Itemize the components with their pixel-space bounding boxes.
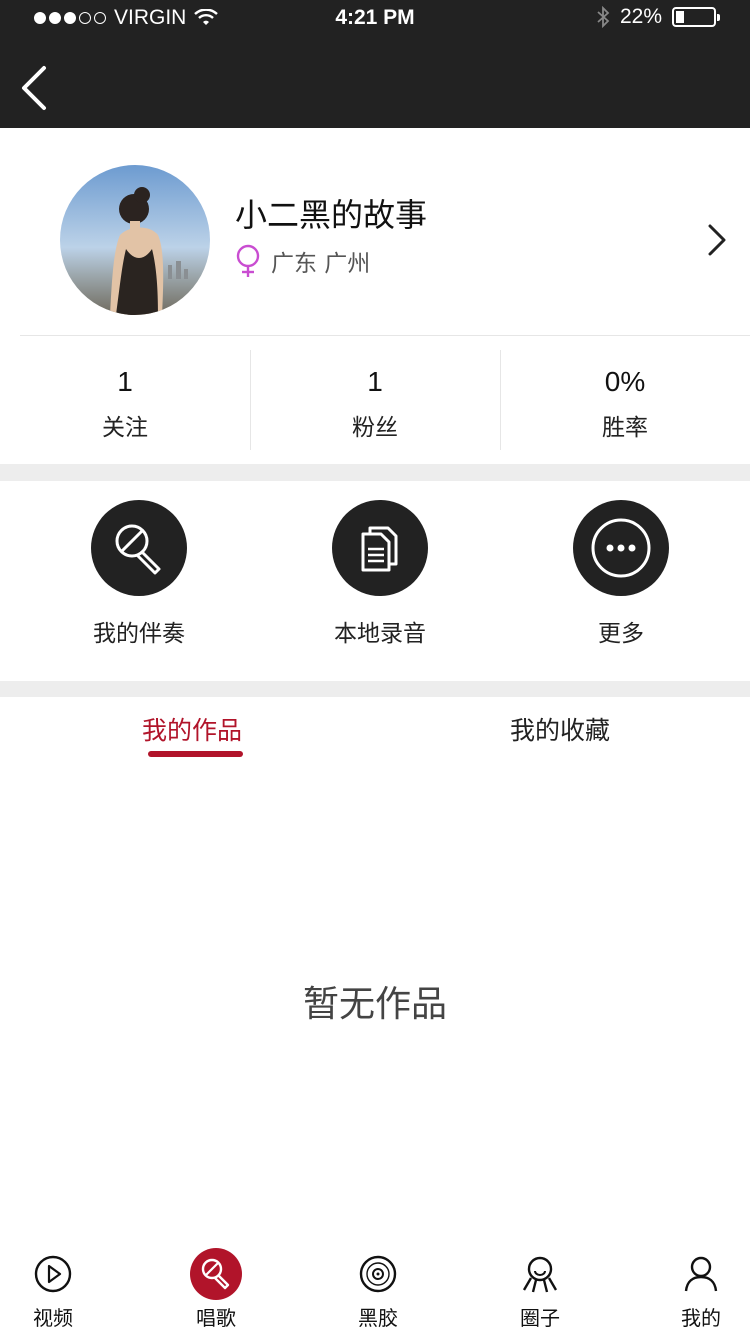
chevron-right-icon[interactable] [706,222,728,258]
section-divider [0,681,750,697]
stat-value: 1 [367,366,383,397]
female-gender-icon [236,244,260,277]
stat-win-rate[interactable]: 0% 胜率 [500,336,750,464]
battery-icon [672,7,720,27]
location-row: 广东 广州 [233,244,370,278]
my-accompaniment-button[interactable]: 我的伴奏 [59,500,219,648]
tab-my-favorites[interactable]: 我的收藏 [510,711,610,747]
active-tab-indicator [148,751,243,757]
stat-fans[interactable]: 1 粉丝 [250,336,500,464]
tabbar-label: 视频 [33,1306,73,1330]
microphone-icon [190,1248,242,1300]
battery-level [676,11,684,23]
stat-label: 胜率 [602,415,648,441]
tabbar-item-video[interactable]: 视频 [3,1248,103,1331]
tabbar-item-vinyl[interactable]: 黑胶 [328,1248,428,1331]
avatar[interactable] [60,165,210,315]
tabbar-item-community[interactable]: 圈子 [490,1248,590,1331]
vinyl-icon [352,1248,404,1300]
play-icon [27,1248,79,1300]
tabbar-label: 我的 [681,1306,721,1330]
tabbar-item-sing[interactable]: 唱歌 [166,1248,266,1331]
top-bar: VIRGIN 4:21 PM 22% [0,0,750,128]
tabbar-label: 唱歌 [196,1306,236,1330]
battery-percent: 22% [619,5,662,28]
tab-my-works[interactable]: 我的作品 [142,711,242,747]
status-right: 22% [596,5,720,29]
empty-state-text: 暂无作品 [302,984,447,1025]
back-button[interactable] [14,62,54,114]
section-divider [0,464,750,481]
bluetooth-icon [597,6,610,28]
tabbar-label: 黑胶 [358,1306,398,1330]
nickname: 小二黑的故事 [235,196,428,234]
avatar-photo [60,165,210,315]
bottom-tab-bar: 视频 唱歌 黑胶 圈子 我的 [0,1240,750,1334]
status-bar: VIRGIN 4:21 PM 22% [0,0,750,40]
action-label: 我的伴奏 [93,621,185,647]
more-button[interactable]: 更多 [541,500,701,648]
action-label: 更多 [598,621,644,647]
microphone-icon [91,500,187,596]
quick-actions: 我的伴奏 本地录音 更多 [0,481,750,681]
stat-following[interactable]: 1 关注 [0,336,250,464]
stat-value: 1 [117,366,133,397]
location-text: 广东 广州 [271,251,371,277]
community-icon [514,1248,566,1300]
tabbar-label: 圈子 [520,1306,560,1330]
local-recording-button[interactable]: 本地录音 [300,500,460,648]
more-dots-icon [573,500,669,596]
stat-label: 粉丝 [352,415,398,441]
stat-label: 关注 [102,415,148,441]
person-icon [675,1248,727,1300]
action-label: 本地录音 [334,621,426,647]
documents-icon [332,500,428,596]
tabbar-item-me[interactable]: 我的 [651,1248,750,1331]
stats-row: 1 关注 1 粉丝 0% 胜率 [0,336,750,464]
stat-value: 0% [604,366,646,397]
works-tabs: 我的作品 我的收藏 [0,697,750,765]
profile-header[interactable]: 小二黑的故事 广东 广州 [0,128,750,336]
profile-screen: VIRGIN 4:21 PM 22% 小二黑的故事 广东 广州 1 关注 1 粉… [0,0,750,1334]
